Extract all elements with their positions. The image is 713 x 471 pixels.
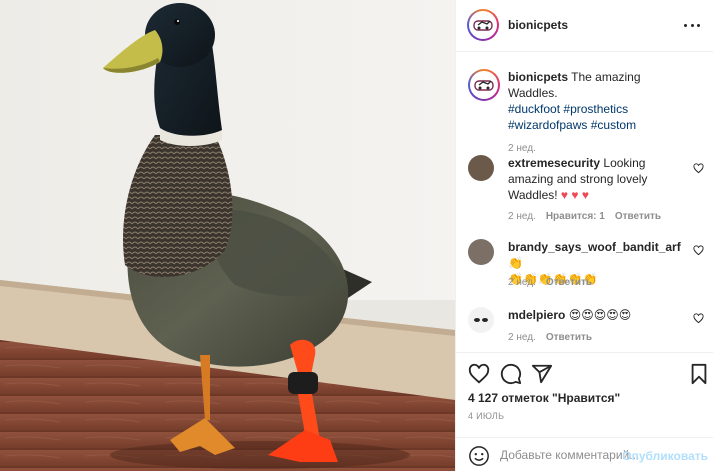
publish-button[interactable]: Опубликовать [622, 449, 708, 463]
caption-item: bionicpets The amazing Waddles. #duckfoo… [468, 69, 704, 154]
caption-username[interactable]: bionicpets [508, 70, 568, 84]
post-header: bionicpets [456, 0, 713, 52]
hashtag-link[interactable]: #custom [591, 118, 636, 132]
avatar[interactable] [468, 155, 494, 181]
hashtag-link[interactable]: #wizardofpaws [508, 118, 587, 132]
emoji-icon[interactable] [468, 445, 490, 467]
caption-timestamp[interactable]: 2 нед. [508, 143, 536, 154]
post-side-panel: bionicpets bionicpets The amazing Waddle… [455, 0, 713, 471]
comment-username[interactable]: brandy_says_woof_bandit_arf [508, 240, 681, 254]
avatar[interactable] [468, 69, 500, 101]
heart-icon[interactable] [468, 363, 490, 385]
comment-input[interactable] [500, 446, 640, 464]
reply-button[interactable]: Ответить [546, 277, 592, 288]
comment-like-heart-icon[interactable] [693, 313, 704, 324]
comment-item: mdelpiero 😍😍😍😍😍 2 нед. Ответить [468, 307, 704, 352]
hashtag-link[interactable]: #prosthetics [563, 102, 628, 116]
more-options-icon[interactable] [684, 17, 700, 33]
post-date[interactable]: 4 ИЮЛЬ [468, 411, 504, 421]
comment-username[interactable]: extremesecurity [508, 156, 600, 170]
comment-text: extremesecurity Looking amazing and stro… [508, 155, 692, 203]
instagram-post-modal: bionicpets bionicpets The amazing Waddle… [0, 0, 713, 471]
comments-list[interactable]: bionicpets The amazing Waddles. #duckfoo… [456, 52, 713, 352]
comment-timestamp[interactable]: 2 нед. [508, 277, 536, 288]
reply-button[interactable]: Ответить [546, 332, 592, 343]
comment-text: mdelpiero 😍😍😍😍😍 [508, 307, 692, 323]
comment-emoji: ♥ ♥ ♥ [560, 188, 589, 202]
reply-button[interactable]: Ответить [615, 211, 661, 222]
comment-icon[interactable] [500, 363, 522, 385]
comment-meta: 2 нед. Ответить [508, 332, 592, 343]
bionicpets-logo [469, 11, 497, 39]
bionicpets-logo [470, 71, 498, 99]
add-comment-bar: Опубликовать [456, 437, 713, 471]
comment-meta: 2 нед. Нравится: 1 Ответить [508, 211, 661, 222]
comment-like-heart-icon[interactable] [693, 163, 704, 174]
caption-meta: 2 нед. [508, 143, 536, 154]
avatar[interactable] [468, 239, 494, 265]
comment-item: extremesecurity Looking amazing and stro… [468, 155, 704, 225]
caption-text: bionicpets The amazing Waddles. #duckfoo… [508, 69, 692, 133]
hashtag-link[interactable]: #duckfoot [508, 102, 560, 116]
comment-emoji: 😍😍😍😍😍 [568, 308, 632, 322]
comment-timestamp[interactable]: 2 нед. [508, 211, 536, 222]
post-photo[interactable] [0, 0, 455, 471]
bookmark-icon[interactable] [688, 363, 710, 385]
comment-item: brandy_says_woof_bandit_arf 👏 👏👏👏👏👏👏 2 н… [468, 239, 704, 299]
share-icon[interactable] [531, 363, 553, 385]
comment-meta: 2 нед. Ответить [508, 277, 592, 288]
header-username[interactable]: bionicpets [508, 18, 568, 32]
comment-like-count[interactable]: Нравится: 1 [546, 211, 605, 222]
comment-timestamp[interactable]: 2 нед. [508, 332, 536, 343]
post-actions: 4 127 отметок "Нравится" 4 ИЮЛЬ Опублико… [456, 352, 713, 471]
duck-illustration [0, 0, 455, 471]
comment-like-heart-icon[interactable] [693, 245, 704, 256]
comment-username[interactable]: mdelpiero [508, 308, 565, 322]
comment-emoji: 👏 [508, 256, 523, 270]
like-count[interactable]: 4 127 отметок "Нравится" [468, 391, 620, 405]
avatar[interactable] [468, 307, 494, 333]
avatar-face-icon [474, 318, 488, 322]
avatar[interactable] [467, 9, 499, 41]
